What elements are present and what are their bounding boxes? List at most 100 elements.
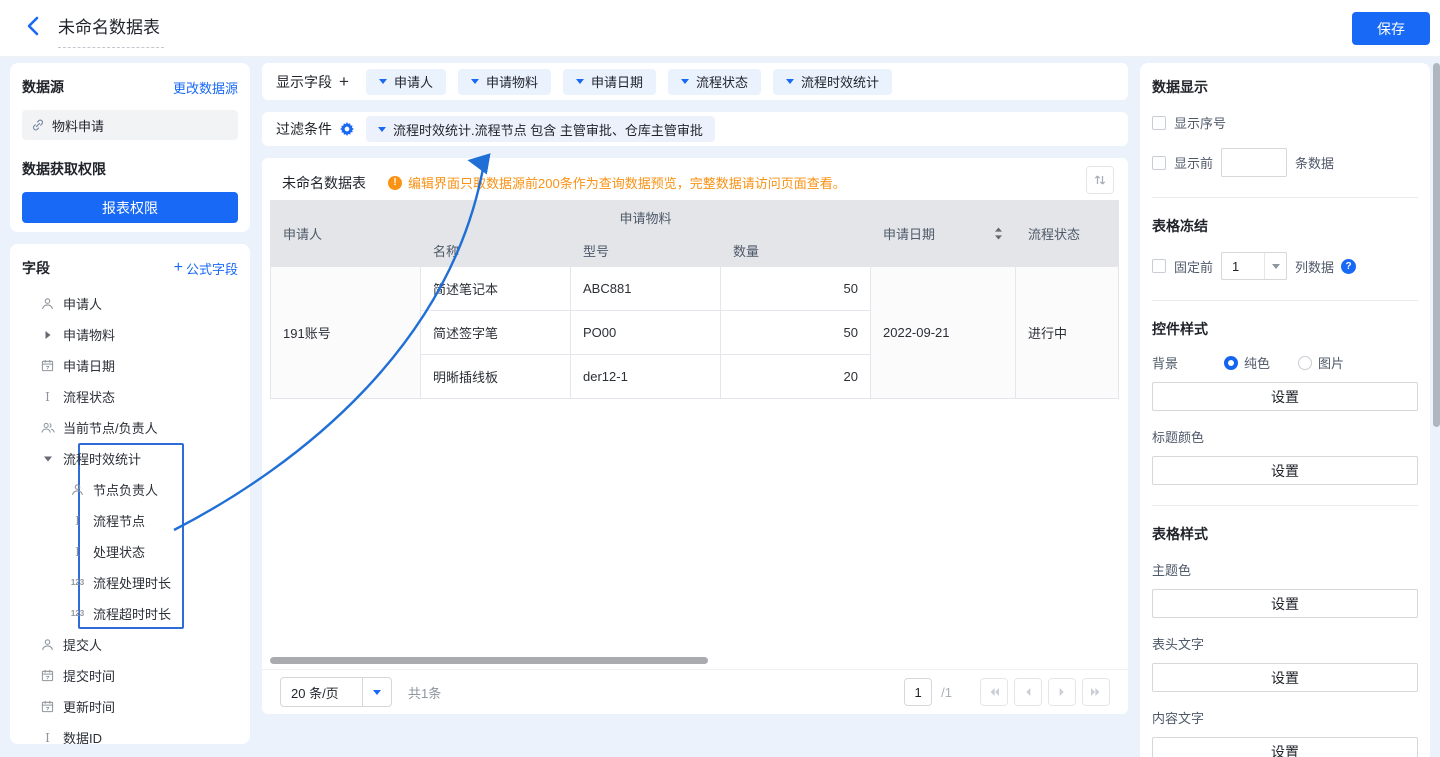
field-item[interactable]: 申请日期	[10, 350, 250, 381]
header-text-label: 表头文字	[1152, 634, 1418, 653]
add-formula-field-link[interactable]: + 公式字段	[174, 259, 238, 278]
chevron-right-icon	[1056, 686, 1068, 698]
page-number-input[interactable]: 1	[904, 678, 932, 706]
vertical-scrollbar[interactable]	[1433, 63, 1440, 427]
field-item[interactable]: 申请物料	[10, 319, 250, 350]
content-text-set-button[interactable]: 设置	[1152, 737, 1418, 757]
divider	[1152, 505, 1418, 506]
chevron-left-icon	[1022, 686, 1034, 698]
field-item[interactable]: 提交时间	[10, 660, 250, 691]
column-sorter-icon[interactable]	[994, 227, 1003, 240]
people-icon	[40, 421, 55, 434]
save-button[interactable]: 保存	[1352, 12, 1430, 45]
content-text-label: 内容文字	[1152, 708, 1418, 727]
chip-label: 流程状态	[696, 72, 748, 91]
first-page-button[interactable]	[980, 678, 1008, 706]
rows-suffix-label: 条数据	[1295, 153, 1334, 172]
datasource-item[interactable]: 物料申请	[22, 110, 238, 140]
image-radio[interactable]	[1298, 356, 1312, 370]
cell-model: ABC881	[571, 267, 721, 311]
background-set-button[interactable]: 设置	[1152, 382, 1418, 411]
filter-bar: 过滤条件 流程时效统计.流程节点 包含 主管审批、仓库主管审批	[262, 112, 1128, 146]
calendar-icon	[40, 669, 55, 682]
help-icon[interactable]: ?	[1341, 259, 1356, 274]
field-item[interactable]: I 流程状态	[10, 381, 250, 412]
back-button[interactable]	[26, 17, 48, 39]
cell-model: PO00	[571, 311, 721, 355]
field-item[interactable]: I 流程节点	[10, 505, 250, 536]
field-chip[interactable]: 流程时效统计	[773, 69, 892, 95]
chip-label: 申请日期	[591, 72, 643, 91]
page-size-select[interactable]: 20 条/页	[280, 677, 392, 707]
title-color-set-button[interactable]: 设置	[1152, 456, 1418, 485]
field-item[interactable]: 123 流程处理时长	[10, 567, 250, 598]
chip-label: 申请人	[394, 72, 433, 91]
top-bar: 未命名数据表 保存	[0, 0, 1440, 57]
preview-table: 申请人 申请物料 申请日期 流程状态 名称 型号	[270, 200, 1120, 399]
field-item[interactable]: 申请人	[10, 288, 250, 319]
chevron-down-icon	[471, 79, 479, 84]
show-index-checkbox[interactable]	[1152, 116, 1166, 130]
divider	[1152, 197, 1418, 198]
text-icon: I	[40, 731, 55, 745]
fields-heading: 字段	[22, 258, 50, 278]
field-chip[interactable]: 申请人	[366, 69, 446, 95]
show-first-checkbox[interactable]	[1152, 156, 1166, 170]
header-text-set-button[interactable]: 设置	[1152, 663, 1418, 692]
field-item-label: 提交人	[63, 635, 102, 654]
solid-color-radio[interactable]	[1224, 356, 1238, 370]
report-permission-button[interactable]: 报表权限	[22, 192, 238, 223]
freeze-heading: 表格冻结	[1152, 216, 1418, 236]
cell-name: 简述签字笔	[421, 311, 571, 355]
field-chip[interactable]: 申请日期	[563, 69, 656, 95]
field-item[interactable]: 流程时效统计	[10, 443, 250, 474]
field-item[interactable]: 提交人	[10, 629, 250, 660]
double-chevron-right-icon	[1090, 686, 1102, 698]
field-item[interactable]: 123 流程超时时长	[10, 598, 250, 629]
show-index-label: 显示序号	[1174, 113, 1226, 132]
notice-text: 编辑界面只取数据源前200条作为查询数据预览，完整数据请访问页面查看。	[408, 173, 846, 192]
field-chip[interactable]: 流程状态	[668, 69, 761, 95]
background-label: 背景	[1152, 353, 1224, 372]
cell-applicant: 191账号	[271, 267, 421, 399]
field-item[interactable]: 更新时间	[10, 691, 250, 722]
freeze-label: 固定前	[1174, 257, 1213, 276]
horizontal-scrollbar[interactable]	[270, 657, 708, 664]
page-title[interactable]: 未命名数据表	[58, 13, 164, 48]
filter-condition-chip[interactable]: 流程时效统计.流程节点 包含 主管审批、仓库主管审批	[366, 116, 715, 142]
field-item[interactable]: 节点负责人	[10, 474, 250, 505]
plus-icon: +	[174, 261, 183, 275]
chip-label: 流程时效统计	[801, 72, 879, 91]
prev-page-button[interactable]	[1014, 678, 1042, 706]
gear-icon[interactable]	[340, 122, 354, 136]
field-item[interactable]: I 数据ID	[10, 722, 250, 744]
field-item-label: 流程处理时长	[93, 573, 171, 592]
theme-color-set-button[interactable]: 设置	[1152, 589, 1418, 618]
freeze-count-value: 1	[1222, 259, 1264, 274]
field-item-label: 流程时效统计	[63, 449, 141, 468]
page-size-value: 20 条/页	[281, 683, 362, 702]
number-icon: 123	[70, 578, 85, 587]
freeze-count-select[interactable]: 1	[1221, 252, 1287, 280]
field-item[interactable]: I 处理状态	[10, 536, 250, 567]
cell-name: 简述笔记本	[421, 267, 571, 311]
field-item-label: 提交时间	[63, 666, 115, 685]
last-page-button[interactable]	[1082, 678, 1110, 706]
row-limit-input[interactable]	[1221, 148, 1287, 177]
field-item[interactable]: 当前节点/负责人	[10, 412, 250, 443]
caret-down-icon	[40, 455, 55, 463]
cell-model: der12-1	[571, 355, 721, 399]
field-chip[interactable]: 申请物料	[458, 69, 551, 95]
change-datasource-link[interactable]: 更改数据源	[173, 78, 238, 97]
col-header-date[interactable]: 申请日期	[871, 201, 1016, 267]
next-page-button[interactable]	[1048, 678, 1076, 706]
field-item-label: 流程节点	[93, 511, 145, 530]
person-icon	[70, 483, 85, 496]
field-item-label: 数据ID	[63, 728, 102, 744]
freeze-checkbox[interactable]	[1152, 259, 1166, 273]
add-field-button[interactable]: +	[339, 72, 349, 92]
cell-qty: 20	[721, 355, 871, 399]
number-icon: 123	[70, 609, 85, 618]
sort-button[interactable]	[1086, 166, 1114, 194]
person-icon	[40, 638, 55, 651]
